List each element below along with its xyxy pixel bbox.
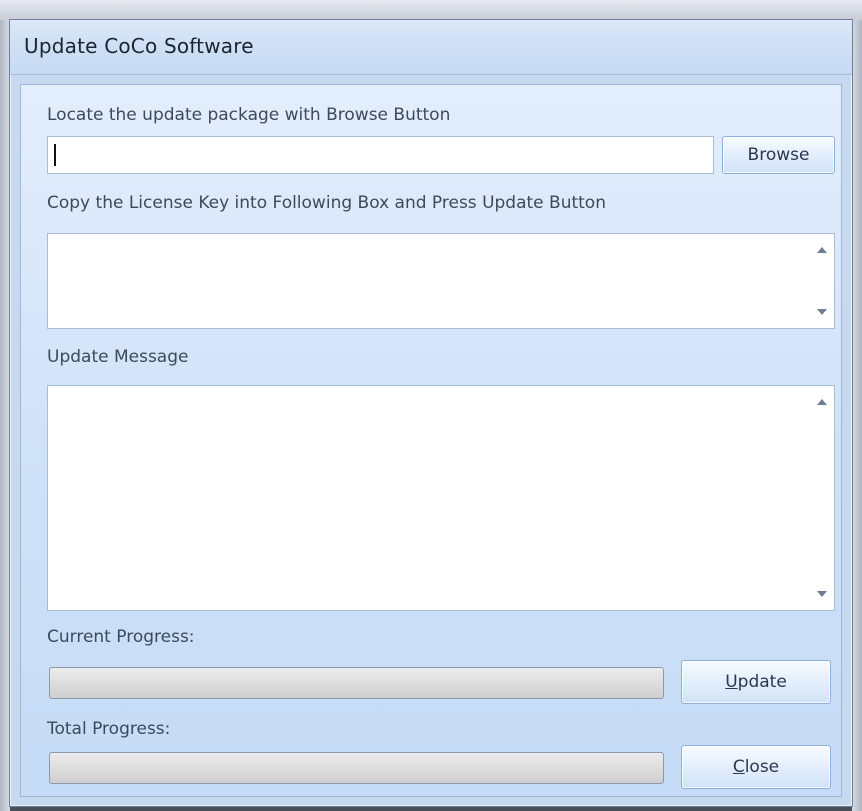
update-dialog: Update CoCo Software Locate the update p… [9, 19, 853, 807]
title-bar[interactable]: Update CoCo Software [10, 20, 852, 75]
chevron-down-icon[interactable] [817, 591, 827, 597]
browse-button[interactable]: Browse [722, 136, 835, 174]
update-message-label: Update Message [47, 347, 189, 367]
dialog-content: Locate the update package with Browse Bu… [20, 84, 842, 797]
chevron-up-icon[interactable] [817, 399, 827, 405]
dialog-title: Update CoCo Software [24, 34, 254, 58]
update-button-mnemonic: U [725, 672, 738, 692]
license-key-textarea[interactable] [47, 233, 835, 329]
package-path-input[interactable] [47, 136, 714, 174]
chevron-down-icon[interactable] [817, 309, 827, 315]
close-button-label: lose [744, 757, 780, 777]
background-right-edge [852, 20, 862, 811]
total-progress-bar [49, 752, 664, 784]
chevron-up-icon[interactable] [817, 247, 827, 253]
update-message-textarea[interactable] [47, 385, 835, 611]
current-progress-label: Current Progress: [47, 627, 195, 647]
license-key-scrollbar[interactable] [810, 234, 834, 328]
current-progress-bar [49, 667, 664, 699]
update-button-label: pdate [737, 672, 787, 692]
close-button-mnemonic: C [732, 757, 745, 777]
update-message-scrollbar[interactable] [810, 386, 834, 610]
browse-button-label: Browse [747, 145, 810, 165]
license-key-label: Copy the License Key into Following Box … [47, 193, 606, 213]
close-button[interactable]: Close [681, 745, 831, 789]
total-progress-label: Total Progress: [47, 719, 171, 739]
locate-package-label: Locate the update package with Browse Bu… [47, 105, 451, 125]
background-window-strip [0, 0, 862, 20]
update-button[interactable]: Update [681, 660, 831, 704]
text-caret [54, 144, 56, 166]
